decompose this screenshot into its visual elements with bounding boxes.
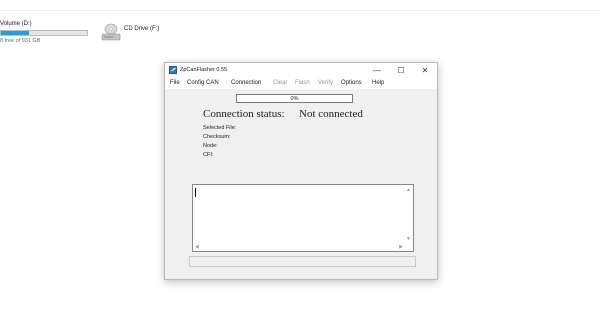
checksum-label: Checksum: (203, 134, 231, 140)
scroll-right-icon[interactable]: ▶ (399, 244, 403, 250)
window-title: ZpCanFlasher 0.55 (180, 67, 228, 73)
status-bar (189, 256, 416, 267)
connection-status-label: Connection status: (203, 108, 285, 120)
menu-config-can[interactable]: Config CAN (187, 80, 219, 86)
drive-name: Volume (D:) (0, 21, 32, 27)
text-caret (195, 188, 196, 197)
node-label: Node: (203, 143, 218, 149)
menu-verify[interactable]: Verify (318, 80, 333, 86)
drive-free-space: 8 free of 931 GB (0, 38, 41, 44)
log-textarea[interactable]: ▲ ▼ ◀ ▶ (192, 184, 414, 252)
drive-usage-fill (1, 31, 29, 35)
menu-bar: File Config CAN Connection Clear Flash V… (165, 78, 437, 89)
title-bar[interactable]: ZpCanFlasher 0.55 — ☐ ✕ (165, 63, 437, 78)
menu-help[interactable]: Help (372, 80, 384, 86)
close-button[interactable]: ✕ (413, 65, 437, 76)
progress-percent: 0% (290, 96, 299, 102)
minimize-button[interactable]: — (365, 65, 389, 76)
top-divider (0, 10, 600, 11)
menu-options[interactable]: Options (341, 80, 362, 86)
app-icon (169, 66, 177, 74)
horizontal-scrollbar[interactable]: ◀ ▶ (193, 243, 405, 251)
drive-name: CD Drive (F:) (124, 26, 160, 32)
scroll-left-icon[interactable]: ◀ (195, 244, 199, 250)
drive-volume-d[interactable]: Volume (D:) 8 free of 931 GB (0, 21, 100, 44)
app-window: ZpCanFlasher 0.55 — ☐ ✕ File Config CAN … (164, 62, 438, 280)
connection-status-value: Not connected (299, 108, 363, 120)
menu-flash[interactable]: Flash (295, 80, 310, 86)
cd-drive-icon (101, 23, 121, 41)
flash-progress-bar: 0% (236, 94, 353, 103)
maximize-button[interactable]: ☐ (389, 65, 413, 76)
vertical-scrollbar[interactable]: ▲ ▼ (405, 185, 413, 243)
scroll-down-icon[interactable]: ▼ (406, 236, 411, 242)
drive-usage-bar (0, 30, 88, 36)
cfi-label: CFI: (203, 152, 214, 158)
selected-file-label: Selected File: (203, 125, 237, 131)
scroll-up-icon[interactable]: ▲ (406, 187, 411, 193)
menu-connection[interactable]: Connection (231, 80, 261, 86)
menu-file[interactable]: File (170, 80, 180, 86)
menu-clear[interactable]: Clear (273, 80, 287, 86)
